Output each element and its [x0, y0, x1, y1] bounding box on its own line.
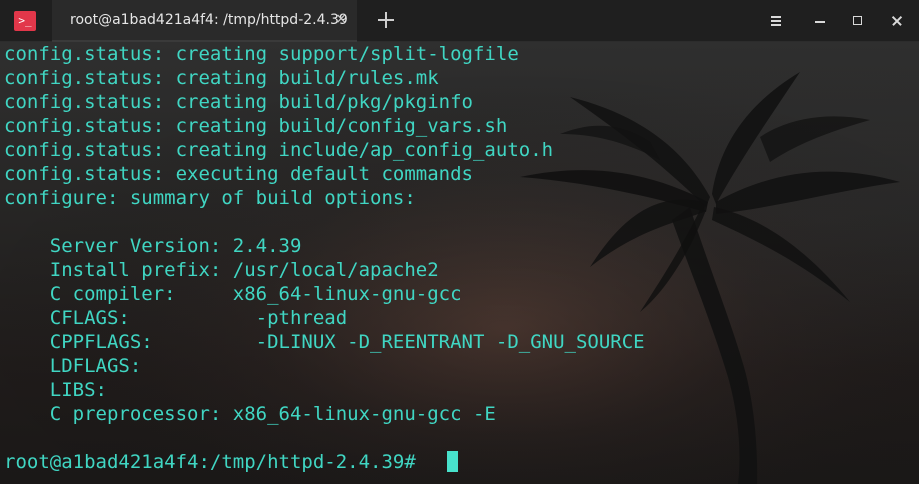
terminal-line: CPPFLAGS: -DLINUX -D_REENTRANT -D_GNU_SO…: [4, 331, 645, 353]
terminal-window: >_ root@a1bad421a4f4: /tmp/httpd-2.4.39 …: [0, 0, 919, 484]
title-bar: >_ root@a1bad421a4f4: /tmp/httpd-2.4.39 …: [0, 0, 919, 42]
terminal-line: C preprocessor: x86_64-linux-gnu-gcc -E: [4, 403, 496, 425]
tab-close-icon[interactable]: ×: [335, 11, 347, 27]
terminal-output[interactable]: config.status: creating support/split-lo…: [0, 42, 919, 484]
terminal-line: Install prefix: /usr/local/apache2: [4, 259, 439, 281]
close-icon[interactable]: [887, 11, 907, 31]
text-cursor: [447, 451, 458, 472]
terminal-line: Server Version: 2.4.39: [4, 235, 302, 257]
terminal-line: CFLAGS: -pthread: [4, 307, 348, 329]
tab-title: root@a1bad421a4f4: /tmp/httpd-2.4.39: [70, 12, 348, 28]
terminal-line: LIBS:: [4, 379, 107, 401]
terminal-line: config.status: creating build/rules.mk: [4, 67, 439, 89]
terminal-line: config.status: creating build/config_var…: [4, 115, 508, 137]
terminal-line: LDFLAGS:: [4, 355, 142, 377]
maximize-icon[interactable]: [848, 11, 868, 31]
shell-prompt[interactable]: root@a1bad421a4f4:/tmp/httpd-2.4.39#: [4, 450, 427, 474]
terminal-line: config.status: executing default command…: [4, 163, 473, 185]
plus-icon[interactable]: [374, 9, 398, 33]
terminal-line: C compiler: x86_64-linux-gnu-gcc: [4, 283, 462, 305]
hamburger-icon[interactable]: [766, 11, 786, 31]
terminal-line: config.status: creating support/split-lo…: [4, 43, 519, 65]
terminal-line: config.status: creating build/pkg/pkginf…: [4, 91, 473, 113]
minimize-icon[interactable]: [810, 11, 830, 31]
terminal-line: config.status: creating include/ap_confi…: [4, 139, 554, 161]
tab-terminal[interactable]: root@a1bad421a4f4: /tmp/httpd-2.4.39 ×: [52, 0, 357, 42]
terminal-line: configure: summary of build options:: [4, 187, 416, 209]
terminal-app-icon: >_: [14, 11, 36, 31]
